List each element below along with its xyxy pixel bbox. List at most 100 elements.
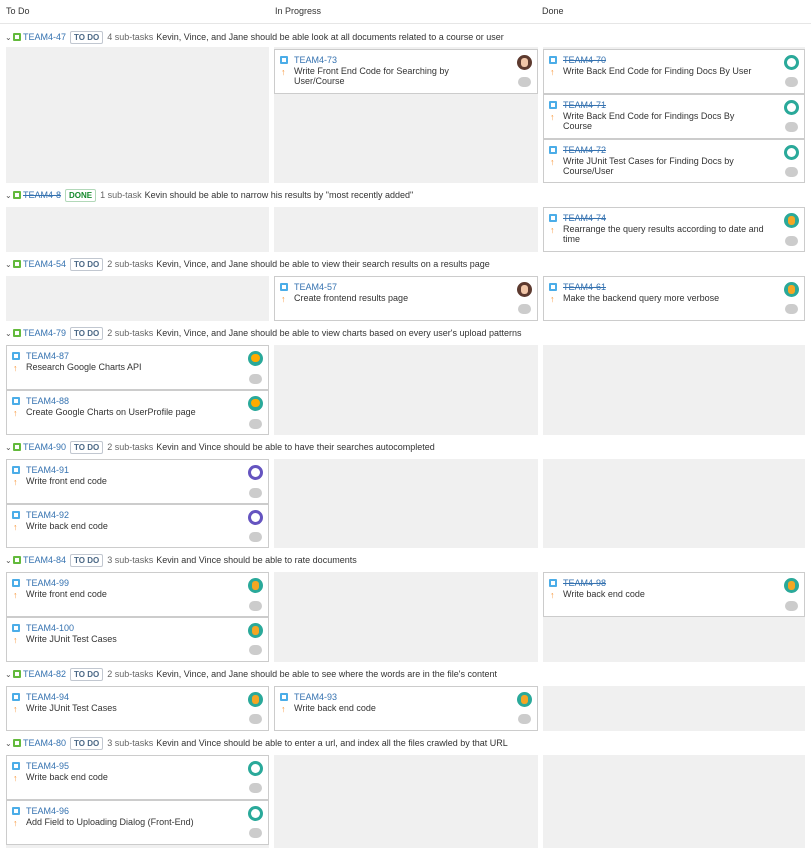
- issue-card[interactable]: TEAM4-74 ↑ Rearrange the query results a…: [543, 207, 805, 252]
- status-badge: TO DO: [70, 668, 104, 681]
- story-icon: [13, 443, 21, 451]
- issue-key-link[interactable]: TEAM4-71: [563, 100, 606, 110]
- swimlane-header[interactable]: ⌄ TEAM4-82 TO DO 2 sub-tasks Kevin, Vince, a…: [0, 665, 811, 683]
- chevron-down-icon[interactable]: ⌄: [5, 256, 13, 274]
- subtask-icon: [12, 807, 20, 815]
- issue-card[interactable]: TEAM4-61 ↑ Make the backend query more v…: [543, 276, 805, 321]
- issue-key-link[interactable]: TEAM4-73: [294, 55, 337, 65]
- issue-card[interactable]: TEAM4-92 ↑ Write back end code: [6, 504, 269, 548]
- skull-avatar[interactable]: [248, 465, 263, 480]
- robot-avatar[interactable]: [784, 100, 799, 115]
- done-cell: [543, 459, 805, 548]
- swimlane-header[interactable]: ⌄ TEAM4-54 TO DO 2 sub-tasks Kevin, Vince, a…: [0, 255, 811, 273]
- issue-key-link[interactable]: TEAM4-95: [26, 761, 69, 771]
- issue-key-link[interactable]: TEAM4-47: [23, 32, 66, 42]
- status-badge: DONE: [65, 189, 97, 202]
- issue-key-link[interactable]: TEAM4-90: [23, 442, 66, 452]
- issue-key-link[interactable]: TEAM4-80: [23, 738, 66, 748]
- priority-arrow-icon: ↑: [550, 112, 555, 122]
- robot-avatar[interactable]: [248, 761, 263, 776]
- subtask-icon: [549, 579, 557, 587]
- issue-card[interactable]: TEAM4-71 ↑ Write Back End Code for Findi…: [543, 94, 805, 139]
- issue-key-link[interactable]: TEAM4-92: [26, 510, 69, 520]
- face-avatar[interactable]: [517, 55, 532, 70]
- issue-key-link[interactable]: TEAM4-93: [294, 692, 337, 702]
- issue-key-link[interactable]: TEAM4-72: [563, 145, 606, 155]
- dog-avatar[interactable]: [784, 578, 799, 593]
- issue-card[interactable]: TEAM4-95 ↑ Write back end code: [6, 755, 269, 800]
- card-title: Add Field to Uploading Dialog (Front-End…: [26, 817, 194, 827]
- estimate-badge: [785, 304, 798, 314]
- dog-avatar[interactable]: [248, 578, 263, 593]
- priority-arrow-icon: ↑: [550, 225, 555, 235]
- issue-key-link[interactable]: TEAM4-88: [26, 396, 69, 406]
- robot-avatar[interactable]: [784, 55, 799, 70]
- dog-avatar[interactable]: [784, 282, 799, 297]
- issue-card[interactable]: TEAM4-94 ↑ Write JUnit Test Cases: [6, 686, 269, 731]
- issue-key-link[interactable]: TEAM4-96: [26, 806, 69, 816]
- swimlane-header[interactable]: ⌄ TEAM4-90 TO DO 2 sub-tasks Kevin and Vince…: [0, 438, 811, 456]
- robot-avatar[interactable]: [784, 145, 799, 160]
- issue-card[interactable]: TEAM4-72 ↑ Write JUnit Test Cases for Fi…: [543, 139, 805, 183]
- issue-key-link[interactable]: TEAM4-84: [23, 555, 66, 565]
- issue-card[interactable]: TEAM4-57 ↑ Create frontend results page: [274, 276, 538, 321]
- card-title: Make the backend query more verbose: [563, 293, 720, 303]
- card-title: Write back end code: [563, 589, 645, 599]
- face-avatar[interactable]: [517, 282, 532, 297]
- swimlane-header[interactable]: ⌄ TEAM4-47 TO DO 4 sub-tasks Kevin, Vince, a…: [0, 28, 811, 46]
- status-badge: TO DO: [70, 258, 104, 271]
- issue-key-link[interactable]: TEAM4-54: [23, 259, 66, 269]
- issue-card[interactable]: TEAM4-99 ↑ Write front end code: [6, 572, 269, 617]
- chevron-down-icon[interactable]: ⌄: [5, 666, 13, 684]
- issue-card[interactable]: TEAM4-88 ↑ Create Google Charts on UserP…: [6, 390, 269, 435]
- robot-avatar[interactable]: [248, 806, 263, 821]
- issue-key-link[interactable]: TEAM4-70: [563, 55, 606, 65]
- issue-card[interactable]: TEAM4-73 ↑ Write Front End Code for Sear…: [274, 49, 538, 94]
- dog-avatar[interactable]: [784, 213, 799, 228]
- issue-key-link[interactable]: TEAM4-8: [23, 190, 61, 200]
- chevron-down-icon[interactable]: ⌄: [5, 325, 13, 343]
- column-header-done: Done: [540, 0, 811, 24]
- subtask-count: 2 sub-tasks: [107, 328, 154, 338]
- skull-avatar[interactable]: [248, 510, 263, 525]
- chevron-down-icon[interactable]: ⌄: [5, 29, 13, 47]
- estimate-badge: [249, 601, 262, 611]
- issue-card[interactable]: TEAM4-87 ↑ Research Google Charts API: [6, 345, 269, 390]
- issue-key-link[interactable]: TEAM4-74: [563, 213, 606, 223]
- subtask-icon: [12, 352, 20, 360]
- chevron-down-icon[interactable]: ⌄: [5, 439, 13, 457]
- todo-cell: [6, 276, 269, 321]
- subtask-count: 3 sub-tasks: [107, 738, 154, 748]
- issue-key-link[interactable]: TEAM4-91: [26, 465, 69, 475]
- chevron-down-icon[interactable]: ⌄: [5, 187, 13, 205]
- issue-card[interactable]: TEAM4-100 ↑ Write JUnit Test Cases: [6, 617, 269, 662]
- monkey-avatar[interactable]: [248, 396, 263, 411]
- issue-key-link[interactable]: TEAM4-98: [563, 578, 606, 588]
- issue-card[interactable]: TEAM4-70 ↑ Write Back End Code for Findi…: [543, 49, 805, 94]
- dog-avatar[interactable]: [517, 692, 532, 707]
- chevron-down-icon[interactable]: ⌄: [5, 552, 13, 570]
- dog-avatar[interactable]: [248, 692, 263, 707]
- issue-key-link[interactable]: TEAM4-87: [26, 351, 69, 361]
- issue-key-link[interactable]: TEAM4-99: [26, 578, 69, 588]
- monkey-avatar[interactable]: [248, 351, 263, 366]
- swimlane-header[interactable]: ⌄ TEAM4-8 DONE 1 sub-task Kevin should be ab…: [0, 186, 811, 204]
- card-title: Write back end code: [26, 521, 108, 531]
- issue-key-link[interactable]: TEAM4-82: [23, 669, 66, 679]
- issue-key-link[interactable]: TEAM4-94: [26, 692, 69, 702]
- issue-card[interactable]: TEAM4-93 ↑ Write back end code: [274, 686, 538, 731]
- issue-key-link[interactable]: TEAM4-57: [294, 282, 337, 292]
- issue-key-link[interactable]: TEAM4-100: [26, 623, 74, 633]
- issue-key-link[interactable]: TEAM4-79: [23, 328, 66, 338]
- issue-card[interactable]: TEAM4-96 ↑ Add Field to Uploading Dialog…: [6, 800, 269, 845]
- chevron-down-icon[interactable]: ⌄: [5, 735, 13, 753]
- card-title: Write JUnit Test Cases: [26, 634, 117, 644]
- issue-key-link[interactable]: TEAM4-61: [563, 282, 606, 292]
- swimlane-header[interactable]: ⌄ TEAM4-79 TO DO 2 sub-tasks Kevin, Vince, a…: [0, 324, 811, 342]
- issue-card[interactable]: TEAM4-91 ↑ Write front end code: [6, 459, 269, 504]
- swimlane-header[interactable]: ⌄ TEAM4-80 TO DO 3 sub-tasks Kevin and Vince…: [0, 734, 811, 752]
- swimlane-header[interactable]: ⌄ TEAM4-84 TO DO 3 sub-tasks Kevin and Vince…: [0, 551, 811, 569]
- dog-avatar[interactable]: [248, 623, 263, 638]
- issue-card[interactable]: TEAM4-98 ↑ Write back end code: [543, 572, 805, 617]
- story-icon: [13, 260, 21, 268]
